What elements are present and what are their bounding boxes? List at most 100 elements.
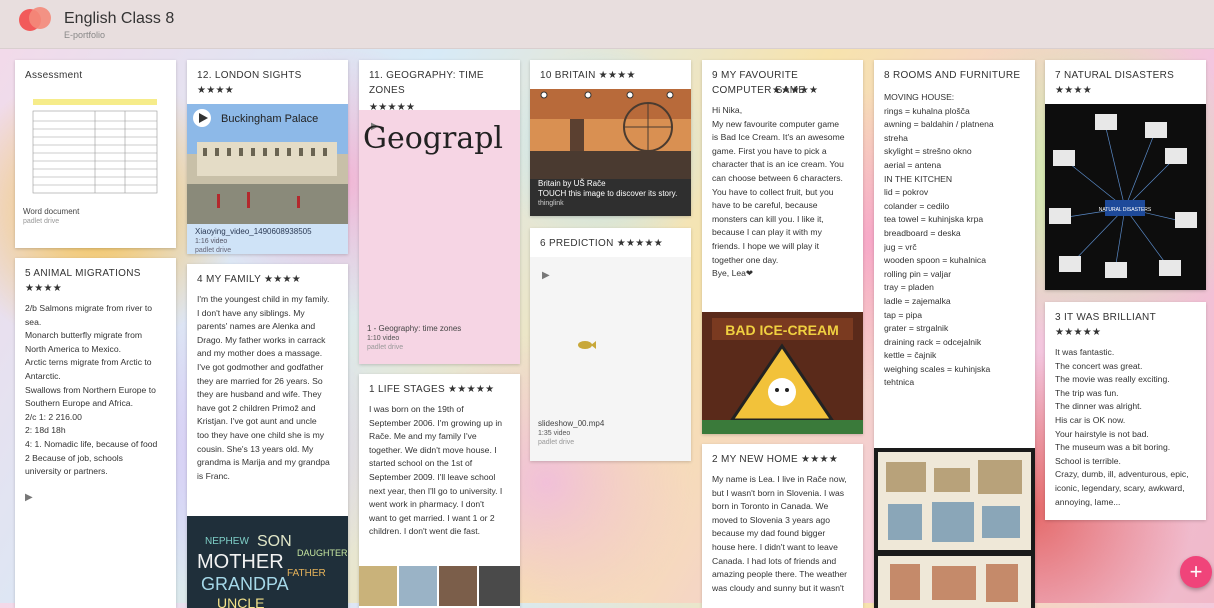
card-it-was-brilliant[interactable]: 3 IT WAS BRILLIANT ★★★★★ It was fantasti… [1045, 302, 1206, 520]
card-title: 10 BRITAIN ★★★★ [530, 60, 691, 89]
video-banner-text: Buckingham Palace [221, 113, 318, 125]
text-line: tap = pipa [884, 309, 922, 320]
card-new-home[interactable]: 2 MY NEW HOME ★★★★ My name is Lea. I liv… [702, 444, 863, 608]
card-natural-disasters[interactable]: 7 NATURAL DISASTERS ★★★★ NATURAL DISASTE… [1045, 60, 1206, 290]
text-line: sea. [25, 316, 42, 327]
word: GRANDPA [201, 574, 289, 594]
text-line: The museum was a bit boring. [1055, 442, 1171, 453]
text-line: Drago. My father works in carrack [197, 334, 326, 345]
text-line: amazing people there. The weather [712, 569, 848, 580]
text-line: together one day. [712, 254, 779, 265]
card-life-stages[interactable]: 1 LIFE STAGES ★★★★★ I was born on the 19… [359, 374, 520, 608]
card-title: 7 NATURAL DISASTERS [1055, 70, 1175, 81]
play-icon[interactable]: ▶ [15, 481, 176, 505]
document-preview[interactable] [25, 89, 165, 199]
file-source: padlet drive [195, 247, 232, 254]
text-line: rings = kuhalna plošča [884, 105, 970, 116]
padlet-subtitle: E-portfolio [64, 30, 106, 40]
card-title: 11. GEOGRAPHY: TIME ZONES [369, 70, 484, 96]
text-line: breadboard = deska [884, 227, 961, 238]
file-source: padlet drive [23, 218, 60, 225]
add-post-button[interactable]: + [1180, 556, 1212, 588]
file-source: padlet drive [367, 344, 404, 351]
file-meta: 1:35 video [538, 430, 571, 437]
text-line: Hi Nika, [712, 105, 743, 115]
card-title: 4 MY FAMILY ★★★★ [197, 274, 302, 285]
text-line: want to get married. I want 1 or 2 [369, 512, 495, 523]
text-line: iconic, legendary, scary, awkward, [1055, 482, 1185, 493]
text-line: tray = pladen [884, 282, 934, 293]
card-geography[interactable]: 11. GEOGRAPHY: TIME ZONES ★★★★★ ▶ Geogra… [359, 60, 520, 364]
play-icon[interactable]: ▶ [542, 269, 550, 283]
text-line: skylight = strešno okno [884, 146, 972, 157]
text-line: character that is an ice cream. You [712, 159, 844, 170]
game-logo-text: BAD ICE-CREAM [725, 322, 839, 338]
file-name: slideshow_00.mp4 [538, 419, 605, 428]
furniture-worksheet-image[interactable] [874, 448, 1035, 608]
text-line: wooden spoon = kuhalnica [884, 255, 987, 266]
card-title: 8 ROOMS AND FURNITURE [884, 70, 1021, 81]
text-line: North America to Mexico. [25, 343, 121, 354]
card-computer-game[interactable]: 9 MY FAVOURITE COMPUTER GAME ★★★★★ Hi Ni… [702, 60, 863, 434]
text-line: cousin. She's 13 years old. My [197, 443, 314, 454]
file-name: Xiaoying_video_1490608938505 [195, 227, 312, 236]
text-line: too they have one child she is my [197, 429, 325, 440]
word: FATHER [287, 568, 326, 579]
text-line: Kristjan. I've got aunt and uncle [197, 416, 317, 427]
card-title: 12. LONDON SIGHTS ★★★★ [187, 60, 348, 104]
card-title: 2 MY NEW HOME ★★★★ [712, 454, 839, 465]
text-line: Canada. I had lots of friends and [712, 555, 837, 566]
file-name: 1 - Geography: time zones [367, 324, 462, 333]
top-bar: English Class 8 E-portfolio [0, 0, 1214, 49]
photo-strip-image[interactable] [359, 566, 520, 606]
thinglink-image[interactable] [530, 89, 691, 179]
text-line: 2 Because of job, schools [25, 452, 123, 463]
text-line: moved to Slovenia 3 years ago [712, 514, 830, 525]
text-line: September 2009. I'll leave school [369, 471, 496, 482]
heart-logo-icon[interactable] [18, 6, 52, 36]
word: UNCLE [217, 595, 264, 608]
card-rooms-furniture[interactable]: 8 ROOMS AND FURNITURE MOVING HOUSE: ring… [874, 60, 1035, 608]
card-assessment[interactable]: Assessment Word document padlet drive [15, 60, 176, 248]
video-thumbnail[interactable]: Buckingham Palace [187, 104, 348, 224]
text-line: rolling pin = valjar [884, 268, 952, 279]
text-line: tehtnica [884, 377, 915, 388]
text-line: Monarch butterfly migrate from [25, 330, 143, 341]
text-line: children. I don't went die fast. [369, 526, 481, 537]
card-my-family[interactable]: 4 MY FAMILY ★★★★ I'm the youngest child … [187, 264, 348, 608]
text-line: started school on the 1st of [369, 458, 473, 469]
text-line: streha [884, 132, 908, 143]
text-line: draining rack = odcejalnik [884, 336, 982, 347]
text-line: tea towel = kuhinjska krpa [884, 214, 984, 225]
text-line: Bye, Lea❤ [712, 268, 754, 279]
text-line: is Franc. [197, 470, 230, 481]
text-line: The movie was really exciting. [1055, 374, 1170, 385]
card-london-sights[interactable]: 12. LONDON SIGHTS ★★★★ Buckingham Palace… [187, 60, 348, 254]
text-line: IN THE KITCHEN [884, 173, 953, 184]
word: NEPHEW [205, 536, 249, 547]
card-animal-migrations[interactable]: 5 ANIMAL MIGRATIONS ★★★★ 2/b Salmons mig… [15, 258, 176, 608]
padlet-title[interactable]: English Class 8 [64, 10, 174, 28]
text-line: grandma is Marija and my grandpa [197, 457, 330, 468]
card-britain[interactable]: 10 BRITAIN ★★★★ Britain by UŠ Rače TOUCH… [530, 60, 691, 216]
text-line: because I can play it with my [712, 227, 822, 238]
text-line: Arctic terns migrate from Arctic to [25, 357, 152, 368]
text-line: university or partners. [25, 466, 108, 477]
text-line: friends. I hope we will play it [712, 240, 819, 251]
text-line: 2/b Salmons migrate from river to [25, 303, 153, 313]
text-line: they are husband and wife. They [197, 389, 322, 400]
mind-map-image[interactable]: NATURAL DISASTERS [1045, 104, 1206, 290]
family-word-cloud-image[interactable]: NEPHEW SON MOTHER GRANDPA FATHER UNCLE D… [187, 516, 348, 608]
text-line: Antarctic. [25, 370, 61, 381]
card-title: 6 PREDICTION ★★★★★ [530, 228, 691, 257]
card-stars: ★★★★ [1055, 85, 1093, 96]
card-title: Assessment [25, 70, 83, 81]
text-line: aerial = antena [884, 159, 942, 170]
text-line: My new favourite computer game [712, 118, 840, 129]
text-line: Southern Europe and Africa. [25, 398, 133, 409]
text-line: game. First you have to pick a [712, 145, 827, 156]
bad-ice-cream-image[interactable]: BAD ICE-CREAM [702, 312, 863, 434]
text-line: MOVING HOUSE: [884, 92, 955, 102]
card-prediction[interactable]: 6 PREDICTION ★★★★★ ▶ slideshow_00.mp4 1:… [530, 228, 691, 461]
text-line: The concert was great. [1055, 360, 1143, 371]
